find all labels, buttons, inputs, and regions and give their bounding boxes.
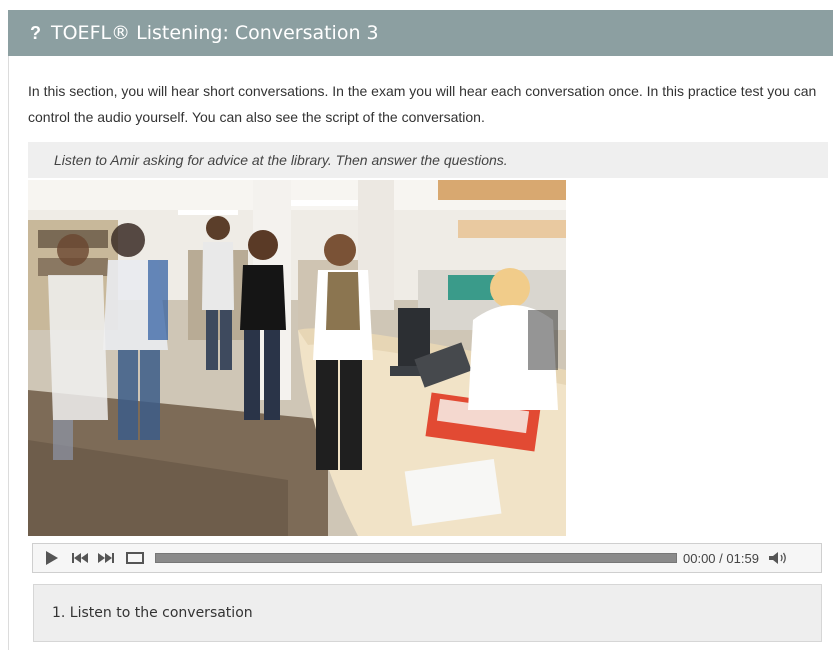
page-title: TOEFL® Listening: Conversation 3 <box>51 22 379 44</box>
library-scene-illustration <box>28 180 566 536</box>
intro-text: In this section, you will hear short con… <box>28 83 817 125</box>
skip-forward-icon[interactable] <box>97 549 115 567</box>
time-display: 00:00 / 01:59 <box>683 551 759 566</box>
audio-player: 00:00 / 01:59 <box>32 543 822 573</box>
volume-icon[interactable] <box>767 549 789 567</box>
question-item[interactable]: 1. Listen to the conversation <box>33 584 822 642</box>
instruction-text: Listen to Amir asking for advice at the … <box>54 152 508 168</box>
library-photo <box>28 180 566 536</box>
question-label: 1. Listen to the conversation <box>52 605 253 621</box>
page-header: ? TOEFL® Listening: Conversation 3 <box>8 10 833 56</box>
play-icon[interactable] <box>43 549 61 567</box>
total-time: 01:59 <box>726 550 759 566</box>
question-mark-icon: ? <box>30 22 41 43</box>
instruction-bar: Listen to Amir asking for advice at the … <box>28 142 828 178</box>
progress-bar[interactable] <box>155 553 677 563</box>
skip-back-icon[interactable] <box>71 549 89 567</box>
current-time: 00:00 <box>683 550 716 566</box>
time-separator: / <box>715 550 727 566</box>
repeat-icon[interactable] <box>125 549 145 567</box>
